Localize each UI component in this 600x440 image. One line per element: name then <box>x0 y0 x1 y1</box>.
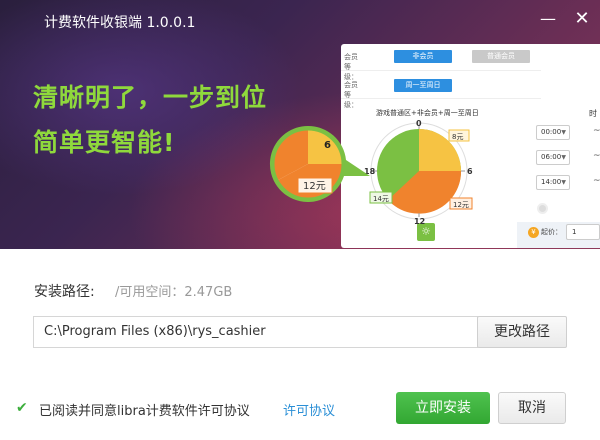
tilde: ~ <box>593 176 600 186</box>
clock-label-6: 6 <box>467 167 473 176</box>
agree-text: 已阅读并同意libra计费软件许可协议 <box>39 404 250 419</box>
chip-non-member: 非会员 <box>394 50 452 63</box>
tilde: ~ <box>593 151 600 161</box>
start-price-input: 1 <box>566 224 600 240</box>
time-value: 06:00 <box>541 153 562 161</box>
time-select: 14:00 ▼ <box>536 175 570 190</box>
price-tag-orange: 12元 <box>453 201 469 209</box>
change-path-button[interactable]: 更改路径 <box>477 316 567 348</box>
chevron-down-icon: ▼ <box>561 179 566 186</box>
clock-label-12: 12 <box>414 217 425 226</box>
close-icon[interactable]: ✕ <box>570 8 594 30</box>
zoom-label-6: 6 <box>324 140 331 151</box>
time-select: 00:00 ▼ <box>536 125 570 140</box>
zoom-callout: 6 12元 <box>269 125 370 202</box>
chip-weekdays: 周一至周日 <box>394 79 452 92</box>
banner: 计费软件收银端 1.0.0.1 — ✕ 清晰明了，一步到位 简单更智能! 会员等… <box>0 0 600 249</box>
window-title: 计费软件收银端 1.0.0.1 <box>44 15 196 31</box>
chevron-down-icon: ▼ <box>561 154 566 161</box>
license-link[interactable]: 许可协议 <box>283 400 335 419</box>
member-level-label: 会员等级： <box>344 53 358 81</box>
chip-regular-member: 普通会员 <box>472 50 530 63</box>
tilde: ~ <box>593 126 600 136</box>
divider <box>341 70 541 71</box>
time-value: 14:00 <box>541 178 562 186</box>
title-bar[interactable]: 计费软件收银端 1.0.0.1 — ✕ <box>0 0 600 40</box>
install-path-label: 安装路径: <box>34 284 95 300</box>
slogan-line-2: 简单更智能! <box>33 128 176 157</box>
zoom-price-tag: 12元 <box>303 181 326 192</box>
start-price-label: 起价： <box>541 228 562 236</box>
free-space-text: /可用空间：2.47GB <box>115 285 233 300</box>
divider <box>341 98 541 99</box>
minimize-icon[interactable]: — <box>536 8 560 30</box>
coin-icon: ¥ <box>528 227 539 238</box>
agree-checkbox[interactable]: ✔ <box>16 401 30 415</box>
slogan-line-1: 清晰明了，一步到位 <box>33 83 268 112</box>
price-tag-yellow: 8元 <box>452 133 463 141</box>
time-column-header: 时 <box>589 109 597 118</box>
clock-pie: 0 6 12 18 8元 12元 14元 <box>364 119 473 226</box>
install-path-input[interactable]: C:\Program Files (x86)\rys_cashier <box>33 316 478 348</box>
time-select: 06:00 ▼ <box>536 150 570 165</box>
install-button[interactable]: 立即安装 <box>396 392 490 424</box>
cancel-button[interactable]: 取消 <box>498 392 566 424</box>
time-value: 00:00 <box>541 128 562 136</box>
gear-icon <box>537 203 548 214</box>
chevron-down-icon: ▼ <box>561 129 566 136</box>
member-day-label: 会员等级： <box>344 81 358 109</box>
clock-label-0: 0 <box>416 119 422 128</box>
